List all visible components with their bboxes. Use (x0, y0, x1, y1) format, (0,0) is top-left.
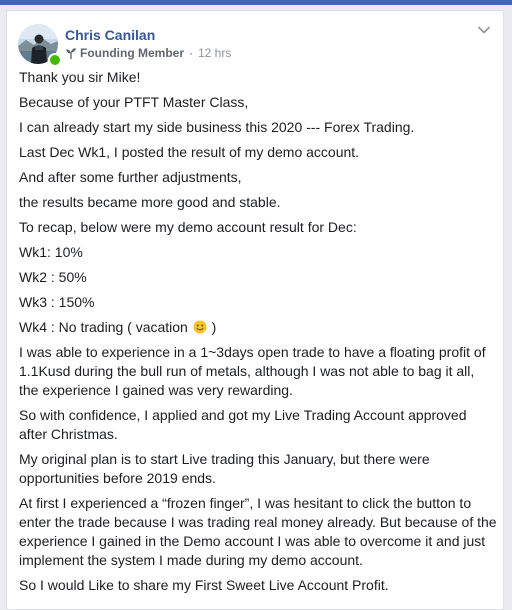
top-navigation-bar-edge (0, 0, 512, 5)
chevron-down-icon[interactable] (477, 25, 491, 35)
post-paragraph: Thank you sir Mike! (19, 69, 141, 85)
author-name-link[interactable]: Chris Canilan (65, 27, 155, 43)
wk4-close: ) (207, 319, 217, 335)
post-paragraph: Because of your PTFT Master Class, (19, 94, 249, 110)
post-body: Thank you sir Mike! Because of your PTFT… (19, 68, 497, 601)
post-timestamp[interactable]: 12 hrs (198, 46, 231, 60)
post-paragraph: So I would Like to share my First Sweet … (19, 577, 389, 593)
post-paragraph: Last Dec Wk1, I posted the result of my … (19, 144, 360, 160)
post-paragraph: My original plan is to start Live tradin… (19, 451, 430, 486)
wk4-text: Wk4 : No trading ( vacation (19, 319, 188, 335)
post-paragraph: the results became more good and stable. (19, 194, 281, 210)
online-status-dot (48, 53, 62, 67)
post-meta: Founding Member · 12 hrs (65, 45, 231, 61)
founding-member-badge[interactable]: Founding Member (80, 46, 184, 60)
post-paragraph: So with confidence, I applied and got my… (19, 407, 467, 442)
post-card: Chris Canilan Founding Member · 12 hrs T… (6, 10, 504, 610)
post-paragraph: At first I experienced a “frozen finger”… (19, 495, 497, 568)
post-paragraph: To recap, below were my demo account res… (19, 219, 357, 235)
post-paragraph: Wk3 : 150% (19, 294, 95, 310)
post-paragraph: I was able to experience in a 1~3days op… (19, 344, 486, 398)
post-paragraph: I can already start my side business thi… (19, 119, 415, 135)
post-paragraph: Wk1: 10% (19, 244, 83, 260)
sprout-icon (66, 48, 76, 59)
smiley-emoji-icon (193, 320, 207, 334)
post-paragraph: Wk2 : 50% (19, 269, 87, 285)
meta-separator: · (189, 46, 193, 60)
post-paragraph-wk4: Wk4 : No trading ( vacation ) (19, 318, 497, 337)
post-paragraph: And after some further adjustments, (19, 169, 242, 185)
